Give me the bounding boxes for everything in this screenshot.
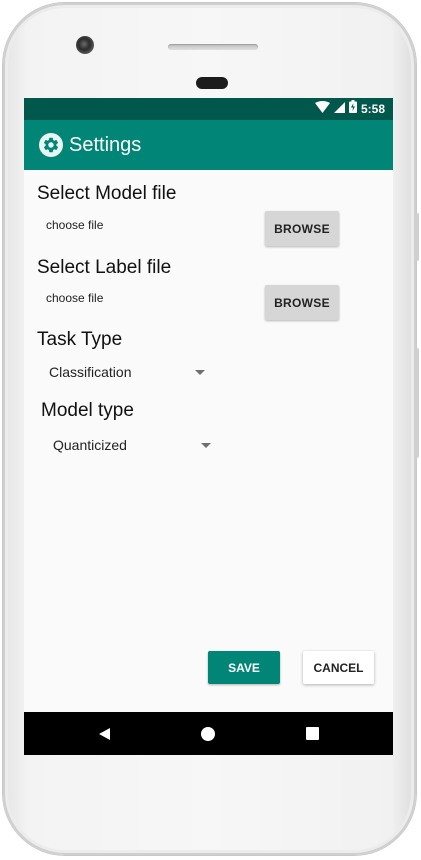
chevron-down-icon: [201, 443, 211, 448]
task-type-dropdown[interactable]: Classification: [49, 360, 209, 384]
save-button[interactable]: SAVE: [208, 651, 280, 684]
chevron-down-icon: [195, 370, 205, 375]
navigation-bar: [24, 712, 393, 755]
status-bar: 5:58: [24, 98, 393, 120]
screen: 5:58 Settings Select Model file choose f…: [24, 98, 393, 755]
page-title: Settings: [69, 133, 142, 156]
task-type-selected: Classification: [49, 364, 132, 380]
model-type-selected: Quanticized: [53, 437, 127, 453]
model-type-label: Model type: [41, 400, 134, 421]
status-time: 5:58: [360, 102, 385, 116]
front-camera: [76, 36, 94, 54]
model-type-dropdown[interactable]: Quanticized: [53, 433, 213, 457]
app-bar: Settings: [24, 120, 393, 170]
browse-model-button[interactable]: BROWSE: [265, 211, 339, 246]
home-icon[interactable]: [188, 712, 228, 755]
power-button: [414, 213, 419, 261]
volume-button: [414, 348, 419, 458]
wifi-icon: [314, 100, 330, 118]
label-file-label: Select Label file: [37, 257, 172, 278]
cancel-button[interactable]: CANCEL: [303, 651, 374, 684]
signal-icon: [333, 100, 345, 118]
model-file-label: Select Model file: [37, 183, 177, 204]
model-file-value: choose file: [46, 218, 104, 232]
status-icons: 5:58: [314, 100, 385, 118]
earpiece-speaker: [168, 44, 258, 50]
label-file-value: choose file: [46, 291, 104, 305]
task-type-label: Task Type: [37, 329, 123, 350]
recents-icon[interactable]: [292, 712, 332, 755]
battery-icon: [348, 100, 357, 118]
gear-icon: [39, 133, 63, 157]
browse-label-button[interactable]: BROWSE: [265, 285, 339, 320]
proximity-sensor: [196, 77, 228, 89]
back-icon[interactable]: [84, 712, 124, 755]
